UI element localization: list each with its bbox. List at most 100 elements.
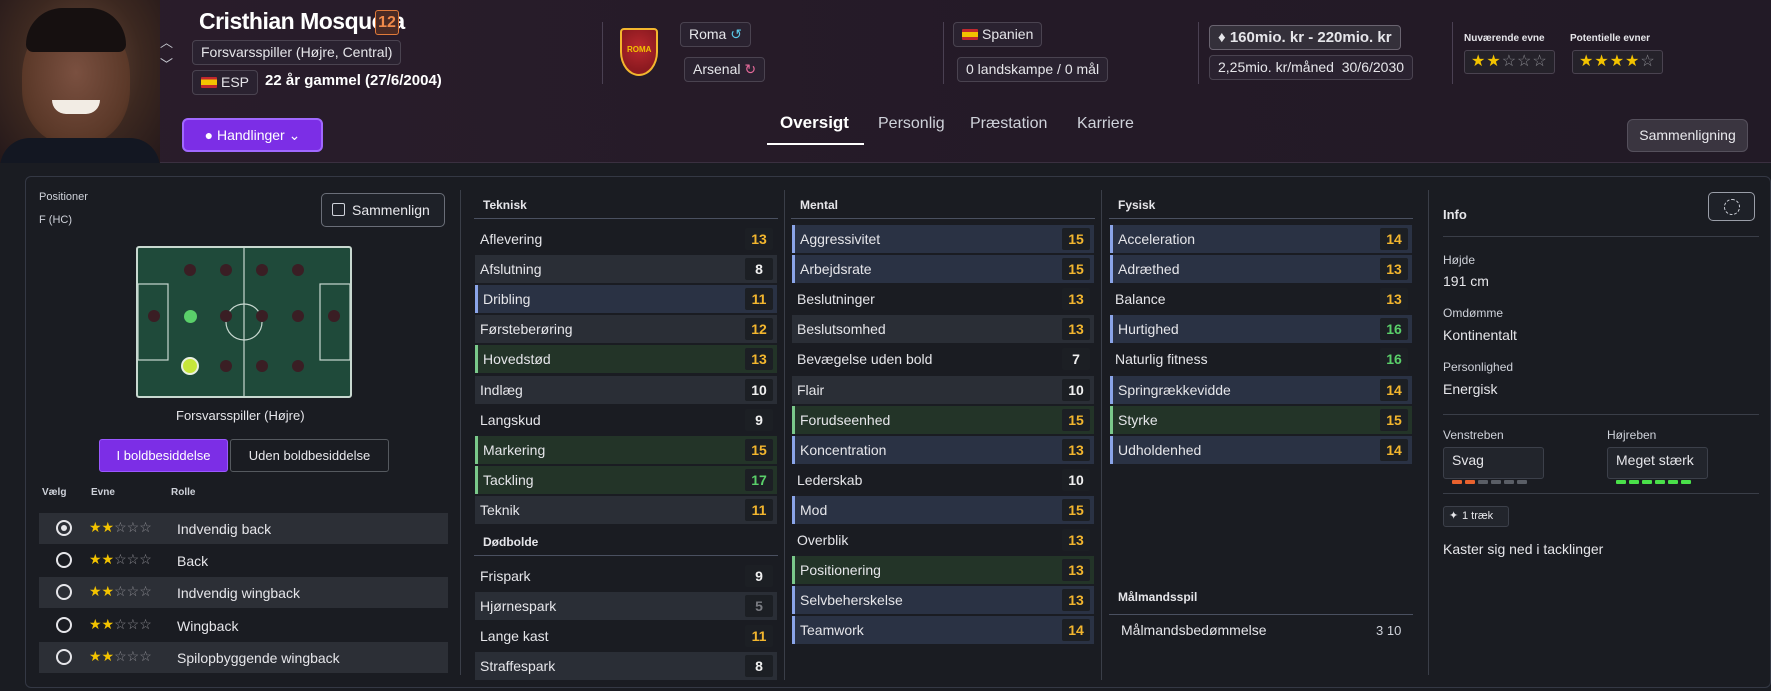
technical-title: Teknisk xyxy=(483,198,527,212)
loan-icon: ↺ xyxy=(730,26,742,42)
attribute-row[interactable]: Frispark 9 xyxy=(475,562,777,590)
attribute-row[interactable]: Beslutninger 13 xyxy=(792,285,1094,313)
role-ability-stars: ★★☆☆☆ xyxy=(89,615,152,632)
transfer-value-tag[interactable]: ♦ 160mio. kr - 220mio. kr xyxy=(1209,25,1401,50)
attribute-row[interactable]: Tackling 17 xyxy=(475,465,777,494)
attribute-row[interactable]: Teamwork 14 xyxy=(792,616,1094,645)
attribute-row[interactable]: Hjørnespark 5 xyxy=(475,592,777,621)
left-foot-bars xyxy=(1452,471,1530,484)
tab-career[interactable]: Karriere xyxy=(1077,115,1134,133)
actions-button[interactable]: ● Handlinger ⌄ xyxy=(182,118,323,152)
height-label: Højde xyxy=(1443,253,1476,267)
attribute-row[interactable]: Straffespark 8 xyxy=(475,652,777,681)
profile-settings-button[interactable] xyxy=(1708,192,1755,221)
attribute-value: 10 xyxy=(1062,378,1090,401)
role-row[interactable]: ★★☆☆☆ Indvendig wingback xyxy=(39,577,448,609)
next-player-icon[interactable]: ﹀ xyxy=(160,54,173,73)
attribute-row[interactable]: Hovedstød 13 xyxy=(475,345,777,374)
traits-count-pill[interactable]: ✦ 1 træk xyxy=(1443,506,1509,527)
active-tab-indicator xyxy=(767,143,864,145)
tab-overview[interactable]: Oversigt xyxy=(780,113,849,133)
attribute-row[interactable]: Adræthed 13 xyxy=(1110,255,1412,284)
club-logo[interactable]: ROMA xyxy=(620,28,658,76)
attribute-name: Frispark xyxy=(480,568,531,584)
attribute-value: 15 xyxy=(745,438,773,461)
current-ability-stars: ★★☆☆☆ xyxy=(1464,50,1555,74)
attribute-value: 11 xyxy=(745,288,773,311)
attribute-row[interactable]: Lederskab 10 xyxy=(792,466,1094,494)
physical-title: Fysisk xyxy=(1118,198,1156,212)
attribute-row[interactable]: Førsteberøring 12 xyxy=(475,315,777,344)
role-radio[interactable] xyxy=(56,616,72,633)
attribute-row[interactable]: Udholdenhed 14 xyxy=(1110,435,1412,464)
role-row[interactable]: ★★☆☆☆ Back xyxy=(39,545,448,576)
attribute-value: 14 xyxy=(1062,619,1090,642)
attribute-row[interactable]: Arbejdsrate 15 xyxy=(792,255,1094,284)
spain-flag-icon xyxy=(201,77,217,88)
positions-value: F (HC) xyxy=(39,214,72,226)
personality-value: Energisk xyxy=(1443,381,1498,397)
role-radio[interactable] xyxy=(56,520,72,536)
info-title: Info xyxy=(1443,207,1467,222)
attribute-row[interactable]: Indlæg 10 xyxy=(475,375,777,404)
in-possession-toggle[interactable]: I boldbesiddelse xyxy=(99,439,228,472)
role-name: Indvendig wingback xyxy=(177,585,300,602)
attribute-row[interactable]: Aflevering 13 xyxy=(475,225,777,253)
previous-player-icon[interactable]: ︿ xyxy=(160,32,173,51)
attribute-value: 13 xyxy=(745,228,773,250)
attribute-row[interactable]: Forudseenhed 15 xyxy=(792,405,1094,434)
compare-positions-button[interactable]: Sammenlign xyxy=(321,193,445,227)
right-foot-value: Meget stærk xyxy=(1616,452,1694,468)
attribute-row[interactable]: Overblik 13 xyxy=(792,526,1094,554)
attribute-row[interactable]: Markering 15 xyxy=(475,435,777,464)
attribute-row[interactable]: Flair 10 xyxy=(792,375,1094,404)
left-foot-value: Svag xyxy=(1452,452,1484,468)
attribute-row[interactable]: Mod 15 xyxy=(792,495,1094,524)
role-radio[interactable] xyxy=(56,584,72,601)
attribute-value: 9 xyxy=(745,408,773,431)
attribute-row[interactable]: Hurtighed 16 xyxy=(1110,315,1412,344)
tab-performance[interactable]: Præstation xyxy=(970,115,1047,133)
parent-club-tag[interactable]: Arsenal ↻ xyxy=(684,57,766,82)
attribute-name: Markering xyxy=(483,441,546,458)
role-radio[interactable] xyxy=(56,648,72,665)
attribute-row[interactable]: Selvbeherskelse 13 xyxy=(792,586,1094,615)
attribute-name: Acceleration xyxy=(1118,231,1196,247)
attribute-row[interactable]: Balance 13 xyxy=(1110,285,1412,313)
role-name: Spilopbyggende wingback xyxy=(177,649,340,666)
attribute-row[interactable]: Acceleration 14 xyxy=(1110,225,1412,253)
attribute-row[interactable]: Aggressivitet 15 xyxy=(792,225,1094,253)
role-name: Back xyxy=(177,553,209,570)
selected-position-dot[interactable] xyxy=(181,357,199,375)
country-tag[interactable]: Spanien xyxy=(953,22,1043,47)
attribute-row[interactable]: Afslutning 8 xyxy=(475,255,777,284)
attribute-row[interactable]: Springrækkevidde 14 xyxy=(1110,375,1412,404)
attribute-row[interactable]: Teknik 11 xyxy=(475,495,777,524)
attribute-row[interactable]: Styrke 15 xyxy=(1110,405,1412,434)
role-row[interactable]: ★★☆☆☆ Indvendig back xyxy=(39,513,448,544)
attribute-name: Selvbeherskelse xyxy=(800,592,903,609)
nationality-tag: ESP xyxy=(192,70,259,95)
role-row[interactable]: ★★☆☆☆ Wingback xyxy=(39,610,448,641)
attribute-row[interactable]: Dribling 11 xyxy=(475,285,777,314)
attribute-row[interactable]: Koncentration 13 xyxy=(792,435,1094,464)
tab-personal[interactable]: Personlig xyxy=(878,115,945,133)
attribute-value: 8 xyxy=(745,258,773,281)
attribute-value: 13 xyxy=(745,348,773,371)
role-radio[interactable] xyxy=(56,552,72,569)
attribute-row[interactable]: Bevægelse uden bold 7 xyxy=(792,345,1094,373)
out-of-possession-toggle[interactable]: Uden boldbesiddelse xyxy=(230,439,389,472)
current-club-tag[interactable]: Roma ↺ xyxy=(680,22,751,47)
attribute-row[interactable]: Lange kast 11 xyxy=(475,622,777,650)
attribute-row[interactable]: Positionering 13 xyxy=(792,556,1094,585)
attribute-row[interactable]: Naturlig fitness 16 xyxy=(1110,345,1412,373)
role-row[interactable]: ★★☆☆☆ Spilopbyggende wingback xyxy=(39,641,448,673)
compare-button[interactable]: Sammenligning xyxy=(1627,119,1748,152)
attribute-row[interactable]: Langskud 9 xyxy=(475,406,777,434)
attribute-row[interactable]: Beslutsomhed 13 xyxy=(792,315,1094,344)
attribute-name: Mod xyxy=(800,501,828,518)
attribute-name: Indlæg xyxy=(480,381,523,398)
right-foot-box: Meget stærk xyxy=(1607,447,1708,484)
attribute-name: Straffespark xyxy=(480,658,556,675)
reputation-value: Kontinentalt xyxy=(1443,327,1517,343)
